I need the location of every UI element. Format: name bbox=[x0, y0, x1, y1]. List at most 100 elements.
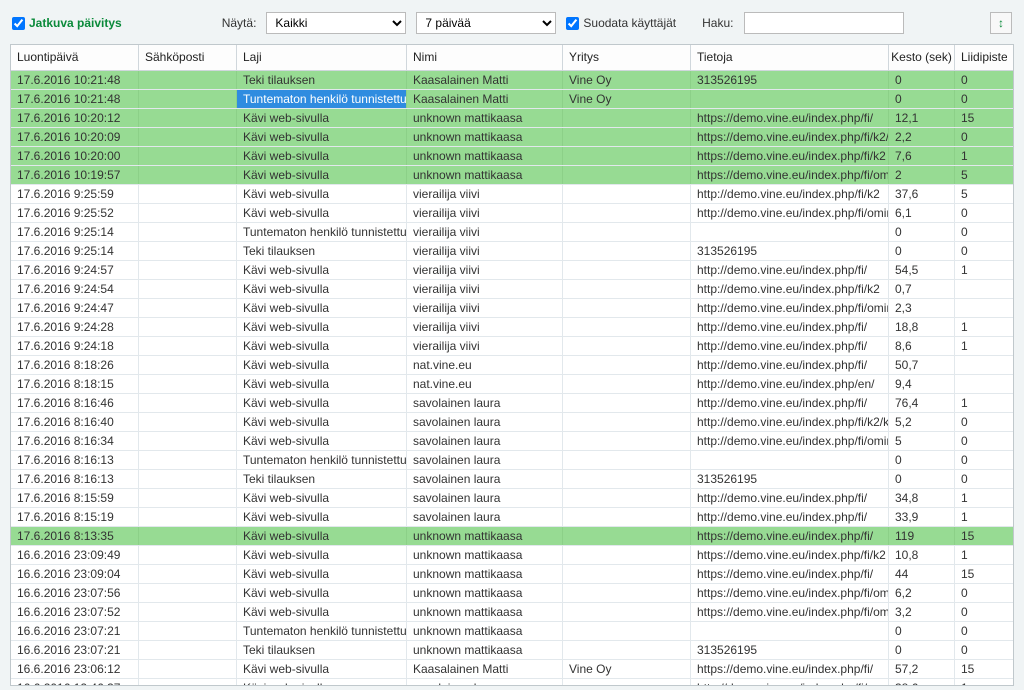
table-row[interactable]: 17.6.2016 8:16:13Tuntematon henkilö tunn… bbox=[11, 451, 1013, 470]
col-header-tietoja[interactable]: Tietoja bbox=[691, 45, 889, 70]
table-row[interactable]: 17.6.2016 10:21:48Teki tilauksenKaasalai… bbox=[11, 71, 1013, 90]
cell-email bbox=[139, 679, 237, 685]
table-row[interactable]: 17.6.2016 8:16:13Teki tilauksensavolaine… bbox=[11, 470, 1013, 489]
cell-liidi: 0 bbox=[955, 71, 1007, 89]
table-row[interactable]: 16.6.2016 23:07:21Teki tilauksenunknown … bbox=[11, 641, 1013, 660]
col-header-nimi[interactable]: Nimi bbox=[407, 45, 563, 70]
cell-tietoja: http://demo.vine.eu/index.php/fi/ bbox=[691, 261, 889, 279]
col-header-email[interactable]: Sähköposti bbox=[139, 45, 237, 70]
cell-liidi: 15 bbox=[955, 527, 1007, 545]
col-header-laji[interactable]: Laji bbox=[237, 45, 407, 70]
table-row[interactable]: 17.6.2016 8:15:19Kävi web-sivullasavolai… bbox=[11, 508, 1013, 527]
cell-date: 17.6.2016 10:19:57 bbox=[11, 166, 139, 184]
cell-liidi: 1 bbox=[955, 261, 1007, 279]
filter-users-check[interactable]: Suodata käyttäjät bbox=[566, 16, 676, 30]
cell-date: 16.6.2016 23:07:52 bbox=[11, 603, 139, 621]
cell-nimi: savolainen laura bbox=[407, 470, 563, 488]
cell-yritys bbox=[563, 147, 691, 165]
cell-kesto: 119 bbox=[889, 527, 955, 545]
table-row[interactable]: 16.6.2016 23:07:21Tuntematon henkilö tun… bbox=[11, 622, 1013, 641]
cell-laji: Kävi web-sivulla bbox=[237, 565, 407, 583]
table-row[interactable]: 17.6.2016 9:24:18Kävi web-sivullavierail… bbox=[11, 337, 1013, 356]
col-header-date[interactable]: Luontipäivä bbox=[11, 45, 139, 70]
cell-liidi: 1 bbox=[955, 337, 1007, 355]
sort-icon: ↕ bbox=[998, 16, 1004, 30]
cell-email bbox=[139, 432, 237, 450]
table-row[interactable]: 17.6.2016 8:15:59Kävi web-sivullasavolai… bbox=[11, 489, 1013, 508]
table-row[interactable]: 17.6.2016 10:20:09Kävi web-sivullaunknow… bbox=[11, 128, 1013, 147]
grid-body[interactable]: 17.6.2016 10:21:48Teki tilauksenKaasalai… bbox=[11, 71, 1013, 685]
cell-email bbox=[139, 299, 237, 317]
table-row[interactable]: 17.6.2016 10:20:12Kävi web-sivullaunknow… bbox=[11, 109, 1013, 128]
cell-email bbox=[139, 242, 237, 260]
cell-tietoja: http://demo.vine.eu/index.php/fi/k2/k2-i… bbox=[691, 413, 889, 431]
cell-email bbox=[139, 280, 237, 298]
table-row[interactable]: 17.6.2016 9:25:14Teki tilauksenvierailij… bbox=[11, 242, 1013, 261]
cell-yritys bbox=[563, 109, 691, 127]
table-row[interactable]: 16.6.2016 23:07:56Kävi web-sivullaunknow… bbox=[11, 584, 1013, 603]
col-header-yritys[interactable]: Yritys bbox=[563, 45, 691, 70]
table-row[interactable]: 17.6.2016 8:16:46Kävi web-sivullasavolai… bbox=[11, 394, 1013, 413]
table-row[interactable]: 17.6.2016 10:20:00Kävi web-sivullaunknow… bbox=[11, 147, 1013, 166]
table-row[interactable]: 16.6.2016 23:06:12Kävi web-sivullaKaasal… bbox=[11, 660, 1013, 679]
cell-email bbox=[139, 337, 237, 355]
filter-users-checkbox[interactable] bbox=[566, 17, 579, 30]
cell-laji: Kävi web-sivulla bbox=[237, 280, 407, 298]
show-select[interactable]: Kaikki bbox=[266, 12, 406, 34]
cell-yritys bbox=[563, 356, 691, 374]
cell-email bbox=[139, 128, 237, 146]
cell-laji: Teki tilauksen bbox=[237, 71, 407, 89]
table-row[interactable]: 17.6.2016 9:24:54Kävi web-sivullavierail… bbox=[11, 280, 1013, 299]
cell-laji: Kävi web-sivulla bbox=[237, 166, 407, 184]
cell-email bbox=[139, 660, 237, 678]
col-header-liidi[interactable]: Liidipistee bbox=[955, 45, 1007, 70]
cell-kesto: 6,2 bbox=[889, 584, 955, 602]
table-row[interactable]: 16.6.2016 23:09:04Kävi web-sivullaunknow… bbox=[11, 565, 1013, 584]
cell-yritys bbox=[563, 603, 691, 621]
cell-email bbox=[139, 204, 237, 222]
refresh-button[interactable]: ↕ bbox=[990, 12, 1012, 34]
cell-email bbox=[139, 185, 237, 203]
table-row[interactable]: 17.6.2016 9:25:52Kävi web-sivullavierail… bbox=[11, 204, 1013, 223]
cell-laji: Kävi web-sivulla bbox=[237, 109, 407, 127]
cell-email bbox=[139, 584, 237, 602]
table-row[interactable]: 17.6.2016 8:13:35Kävi web-sivullaunknown… bbox=[11, 527, 1013, 546]
continuous-checkbox[interactable] bbox=[12, 17, 25, 30]
table-row[interactable]: 16.6.2016 23:09:49Kävi web-sivullaunknow… bbox=[11, 546, 1013, 565]
cell-date: 16.6.2016 23:07:21 bbox=[11, 641, 139, 659]
cell-nimi: unknown mattikaasa bbox=[407, 622, 563, 640]
table-row[interactable]: 17.6.2016 10:21:48Tuntematon henkilö tun… bbox=[11, 90, 1013, 109]
table-row[interactable]: 17.6.2016 8:16:34Kävi web-sivullasavolai… bbox=[11, 432, 1013, 451]
cell-email bbox=[139, 489, 237, 507]
cell-date: 17.6.2016 9:25:14 bbox=[11, 223, 139, 241]
table-row[interactable]: 17.6.2016 9:25:14Tuntematon henkilö tunn… bbox=[11, 223, 1013, 242]
continuous-update-check[interactable]: Jatkuva päivitys bbox=[12, 16, 122, 30]
col-header-kesto[interactable]: Kesto (sek) bbox=[889, 45, 955, 70]
table-row[interactable]: 17.6.2016 9:25:59Kävi web-sivullavierail… bbox=[11, 185, 1013, 204]
cell-kesto: 5,2 bbox=[889, 413, 955, 431]
cell-kesto: 0 bbox=[889, 470, 955, 488]
table-row[interactable]: 17.6.2016 9:24:57Kävi web-sivullavierail… bbox=[11, 261, 1013, 280]
cell-email bbox=[139, 166, 237, 184]
cell-tietoja: http://demo.vine.eu/index.php/fi/ bbox=[691, 489, 889, 507]
cell-date: 17.6.2016 9:24:54 bbox=[11, 280, 139, 298]
cell-laji: Kävi web-sivulla bbox=[237, 375, 407, 393]
table-row[interactable]: 17.6.2016 9:24:28Kävi web-sivullavierail… bbox=[11, 318, 1013, 337]
cell-liidi: 1 bbox=[955, 489, 1007, 507]
range-select[interactable]: 7 päivää bbox=[416, 12, 556, 34]
table-row[interactable]: 16.6.2016 12:46:37Kävi web-sivullasavola… bbox=[11, 679, 1013, 685]
search-input[interactable] bbox=[744, 12, 904, 34]
cell-date: 17.6.2016 9:24:57 bbox=[11, 261, 139, 279]
table-row[interactable]: 16.6.2016 23:07:52Kävi web-sivullaunknow… bbox=[11, 603, 1013, 622]
table-row[interactable]: 17.6.2016 10:19:57Kävi web-sivullaunknow… bbox=[11, 166, 1013, 185]
cell-email bbox=[139, 622, 237, 640]
table-row[interactable]: 17.6.2016 8:16:40Kävi web-sivullasavolai… bbox=[11, 413, 1013, 432]
cell-laji: Teki tilauksen bbox=[237, 641, 407, 659]
table-row[interactable]: 17.6.2016 8:18:15Kävi web-sivullanat.vin… bbox=[11, 375, 1013, 394]
cell-date: 16.6.2016 23:06:12 bbox=[11, 660, 139, 678]
cell-nimi: vierailija viivi bbox=[407, 299, 563, 317]
table-row[interactable]: 17.6.2016 8:18:26Kävi web-sivullanat.vin… bbox=[11, 356, 1013, 375]
cell-date: 16.6.2016 23:07:56 bbox=[11, 584, 139, 602]
table-row[interactable]: 17.6.2016 9:24:47Kävi web-sivullavierail… bbox=[11, 299, 1013, 318]
cell-kesto: 7,6 bbox=[889, 147, 955, 165]
